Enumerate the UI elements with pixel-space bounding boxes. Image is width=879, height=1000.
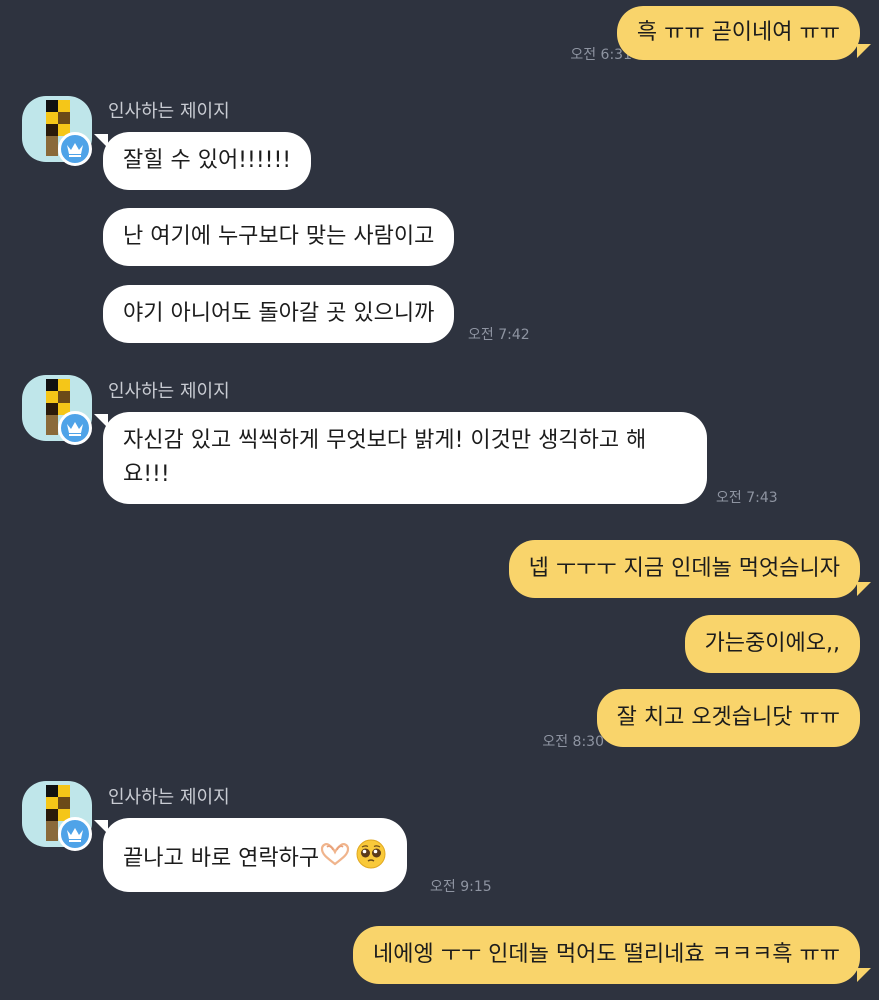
my-message-bubble[interactable]: 잘 치고 오겟습니닷 ㅠㅠ: [596, 689, 860, 747]
contact-avatar[interactable]: [22, 96, 92, 166]
crown-icon: [58, 411, 92, 445]
message-time: 오전 9:15: [430, 879, 492, 895]
contact-name: 인사하는 제이지: [108, 381, 230, 402]
crown-icon: [58, 817, 92, 851]
my-message-bubble[interactable]: 가는중이에오,,: [684, 615, 860, 673]
my-message-bubble[interactable]: 넵 ㅜㅜㅜ 지금 인데놀 먹엇슴니자: [508, 540, 860, 598]
contact-message-bubble[interactable]: 야기 아니어도 돌아갈 곳 있으니까: [103, 285, 455, 343]
message-time: 오전 7:43: [716, 490, 778, 506]
my-message-bubble[interactable]: 흑 ㅠㅠ 곧이네여 ㅠㅠ: [616, 6, 860, 60]
pleading-face-emoji: [355, 838, 387, 880]
contact-avatar[interactable]: [22, 375, 92, 445]
contact-message-bubble[interactable]: 잘힐 수 있어!!!!!!: [103, 132, 312, 190]
crown-icon: [58, 132, 92, 166]
contact-name: 인사하는 제이지: [108, 101, 230, 122]
bubble-tail: [857, 968, 871, 982]
contact-avatar[interactable]: [22, 781, 92, 851]
message-time: 오전 7:42: [468, 327, 530, 343]
message-time: 오전 8:30: [542, 734, 604, 750]
message-text: 끝나고 바로 연락하구: [123, 846, 320, 871]
contact-name: 인사하는 제이지: [108, 787, 230, 808]
bubble-tail: [857, 582, 871, 596]
my-message-bubble[interactable]: 네에엥 ㅜㅜ 인데놀 먹어도 떨리네효 ㅋㅋㅋ흑 ㅠㅠ: [352, 926, 860, 984]
contact-message-bubble[interactable]: 난 여기에 누구보다 맞는 사람이고: [103, 208, 455, 266]
heart-hands-emoji: [319, 842, 351, 876]
contact-message-bubble[interactable]: 자신감 있고 씩씩하게 무엇보다 밝게! 이것만 생긱하고 해요!!!: [103, 412, 707, 504]
contact-message-bubble[interactable]: 끝나고 바로 연락하구: [103, 818, 408, 892]
bubble-tail: [857, 44, 871, 58]
